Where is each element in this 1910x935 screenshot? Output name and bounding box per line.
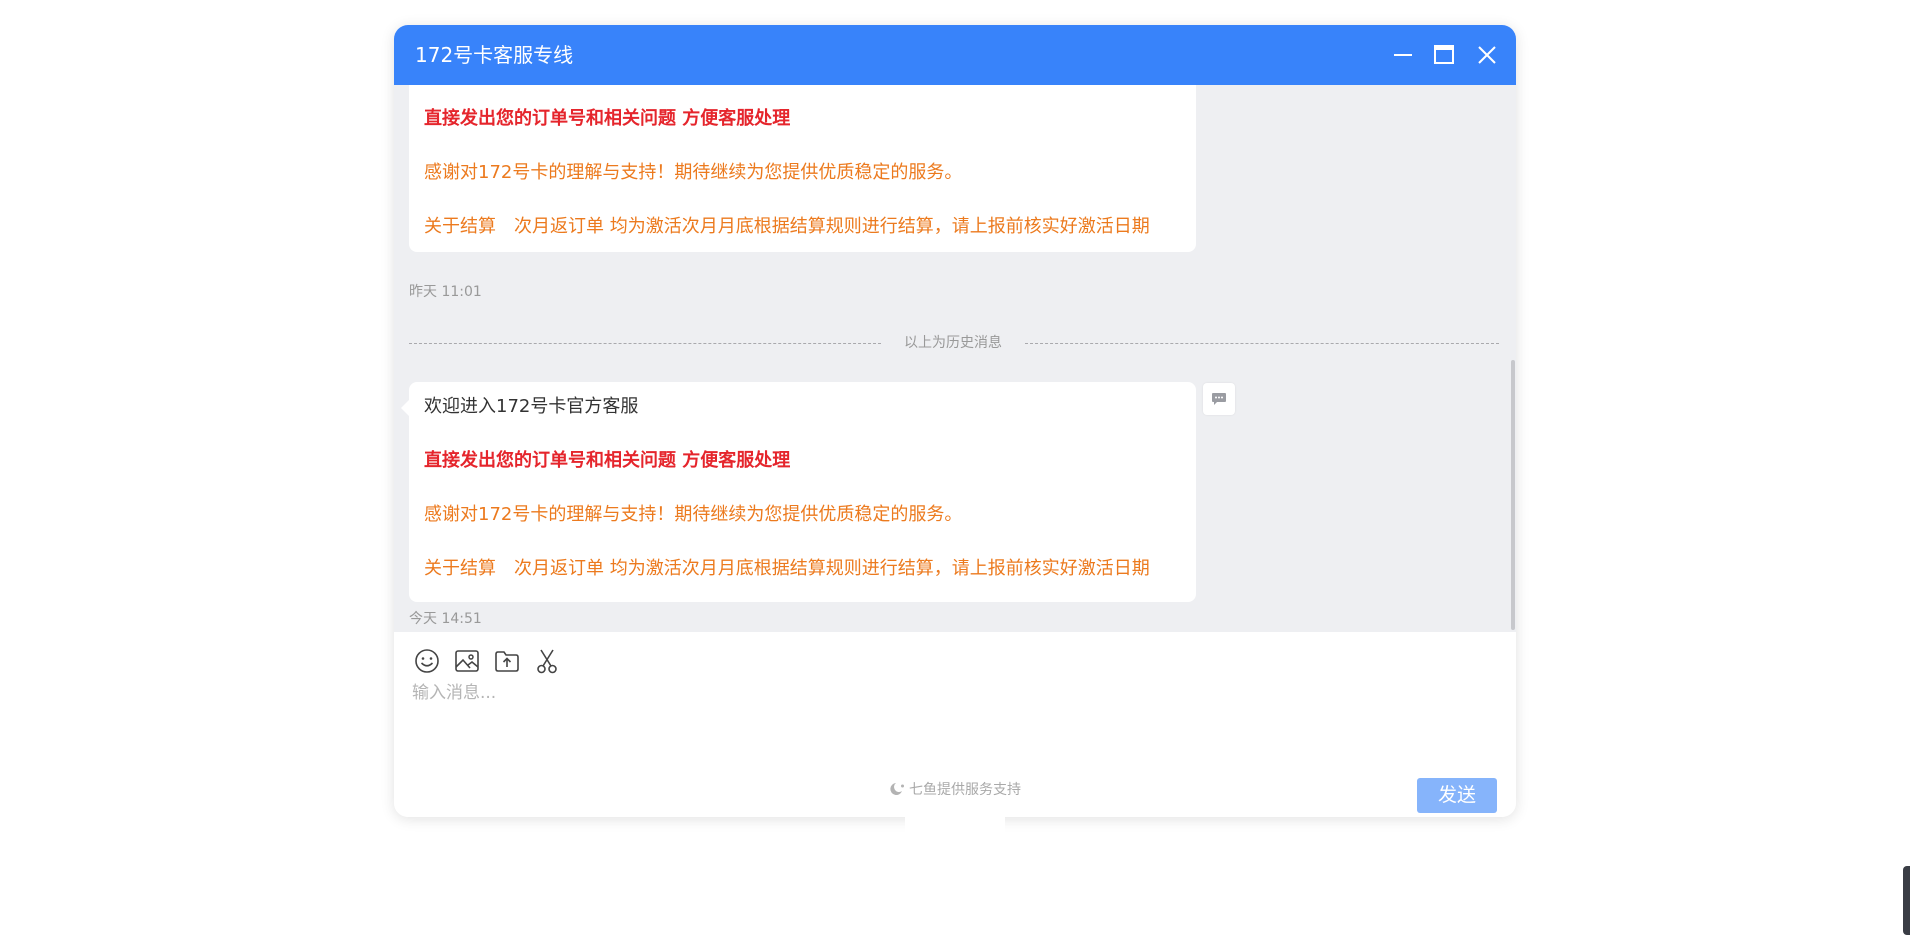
message-line: 关于结算 次月返订单 均为激活次月月底根据结算规则进行结算，请上报前核实好激活日… (424, 558, 1150, 579)
maximize-button[interactable] (1429, 40, 1459, 70)
chat-window: 172号卡客服专线 直接发出您的订单号和相关问题 方便客服处理 感谢对172号卡… (394, 25, 1516, 817)
message-line: 关于结算 次月返订单 均为激活次月月底根据结算规则进行结算，请上报前核实好激活日… (424, 216, 1150, 237)
image-icon (455, 650, 479, 672)
message-reply-button[interactable] (1203, 383, 1235, 415)
scrollbar[interactable] (1511, 360, 1515, 630)
message-input[interactable] (412, 682, 1497, 752)
minimize-button[interactable] (1388, 40, 1418, 70)
message-timestamp: 今天 14:51 (409, 611, 482, 627)
scissors-icon (537, 649, 557, 674)
message-line: 直接发出您的订单号和相关问题 方便客服处理 (424, 108, 791, 129)
footer-tab (905, 817, 1005, 835)
close-icon (1478, 46, 1496, 64)
maximize-icon (1434, 45, 1454, 64)
send-image-button[interactable] (453, 647, 481, 675)
side-widget[interactable] (1903, 866, 1910, 935)
message-line: 感谢对172号卡的理解与支持！期待继续为您提供优质稳定的服务。 (424, 162, 963, 183)
footer-brand: 七鱼提供服务支持 (889, 779, 1021, 801)
minimize-icon (1394, 54, 1412, 56)
footer: 七鱼提供服务支持 (394, 779, 1516, 801)
message-list[interactable]: 直接发出您的订单号和相关问题 方便客服处理 感谢对172号卡的理解与支持！期待继… (394, 85, 1516, 632)
upload-file-button[interactable] (493, 647, 521, 675)
divider-line (1025, 343, 1499, 344)
window-title: 172号卡客服专线 (415, 43, 574, 67)
title-bar: 172号卡客服专线 (394, 25, 1516, 85)
file-upload-icon (495, 651, 519, 672)
message-line: 感谢对172号卡的理解与支持！期待继续为您提供优质稳定的服务。 (424, 504, 963, 525)
history-divider: 以上为历史消息 (409, 332, 1499, 354)
divider-line (409, 343, 881, 344)
emoji-button[interactable] (413, 647, 441, 675)
screenshot-button[interactable] (533, 647, 561, 675)
footer-text: 七鱼提供服务支持 (909, 782, 1021, 798)
message-timestamp: 昨天 11:01 (409, 284, 482, 300)
comment-icon (1212, 393, 1226, 405)
message-bubble: 欢迎进入172号卡官方客服 直接发出您的订单号和相关问题 方便客服处理 感谢对1… (401, 382, 1196, 602)
emoji-icon (415, 649, 439, 673)
history-divider-label: 以上为历史消息 (904, 335, 1002, 351)
message-line: 直接发出您的订单号和相关问题 方便客服处理 (424, 450, 791, 471)
message-bubble: 直接发出您的订单号和相关问题 方便客服处理 感谢对172号卡的理解与支持！期待继… (409, 85, 1196, 252)
message-line: 欢迎进入172号卡官方客服 (424, 396, 639, 417)
qiyu-logo-icon (890, 783, 904, 795)
close-button[interactable] (1472, 40, 1502, 70)
